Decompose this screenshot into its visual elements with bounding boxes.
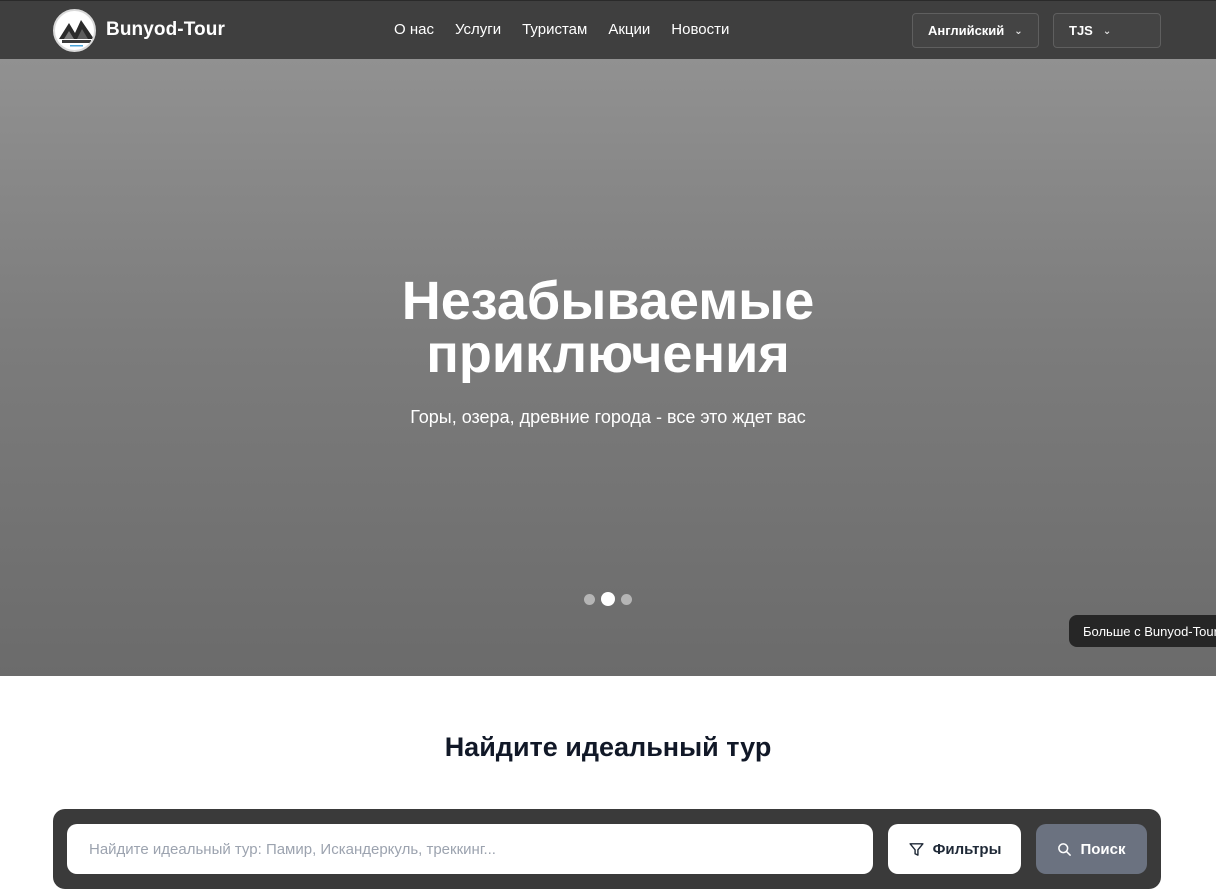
slider-dot-3[interactable]: [621, 593, 632, 605]
nav-about[interactable]: О нас: [394, 21, 434, 38]
filters-button[interactable]: Фильтры: [888, 824, 1021, 874]
slider-dot-1[interactable]: [584, 593, 595, 605]
search-input[interactable]: [67, 824, 873, 874]
nav-news[interactable]: Новости: [671, 21, 729, 38]
hero-slider: Незабываемые приключения Горы, озера, др…: [0, 59, 1216, 676]
search-button[interactable]: Поиск: [1036, 824, 1147, 874]
mountain-logo-icon[interactable]: [53, 8, 96, 52]
search-icon: [1057, 842, 1072, 857]
hero-title-line-2: приключения: [426, 324, 790, 384]
filters-label: Фильтры: [932, 840, 1002, 858]
slider-dots: [584, 592, 632, 606]
nav-tourists[interactable]: Туристам: [522, 21, 587, 38]
chevron-down-icon: ⌄: [1014, 26, 1023, 37]
more-with-brand-button[interactable]: Больше с Bunyod-Tour: [1069, 615, 1216, 647]
brand[interactable]: Bunyod-Tour: [53, 8, 225, 52]
language-select[interactable]: Английский ⌄: [912, 13, 1039, 48]
currency-value: TJS: [1069, 23, 1093, 38]
main-nav: О нас Услуги Туристам Акции Новости: [394, 21, 729, 38]
nav-promotions[interactable]: Акции: [608, 21, 650, 38]
language-value: Английский: [928, 23, 1005, 38]
hero-title: Незабываемые приключения: [0, 274, 1216, 384]
nav-services[interactable]: Услуги: [455, 21, 501, 38]
chevron-down-icon: ⌄: [1102, 26, 1112, 37]
site-header: Bunyod-Tour О нас Услуги Туристам Акции …: [0, 0, 1216, 59]
filter-icon: [908, 841, 925, 858]
search-section-title: Найдите идеальный тур: [444, 732, 772, 762]
search-bar: Фильтры Поиск: [53, 809, 1161, 889]
hero-title-line-1: Незабываемые: [401, 271, 815, 331]
search-label: Поиск: [1080, 840, 1126, 858]
brand-name[interactable]: Bunyod-Tour: [106, 19, 225, 41]
hero-subtitle: Горы, озера, древние города - все это жд…: [410, 407, 806, 427]
slider-dot-2[interactable]: [601, 592, 615, 606]
currency-select[interactable]: TJS ⌄: [1053, 13, 1161, 48]
